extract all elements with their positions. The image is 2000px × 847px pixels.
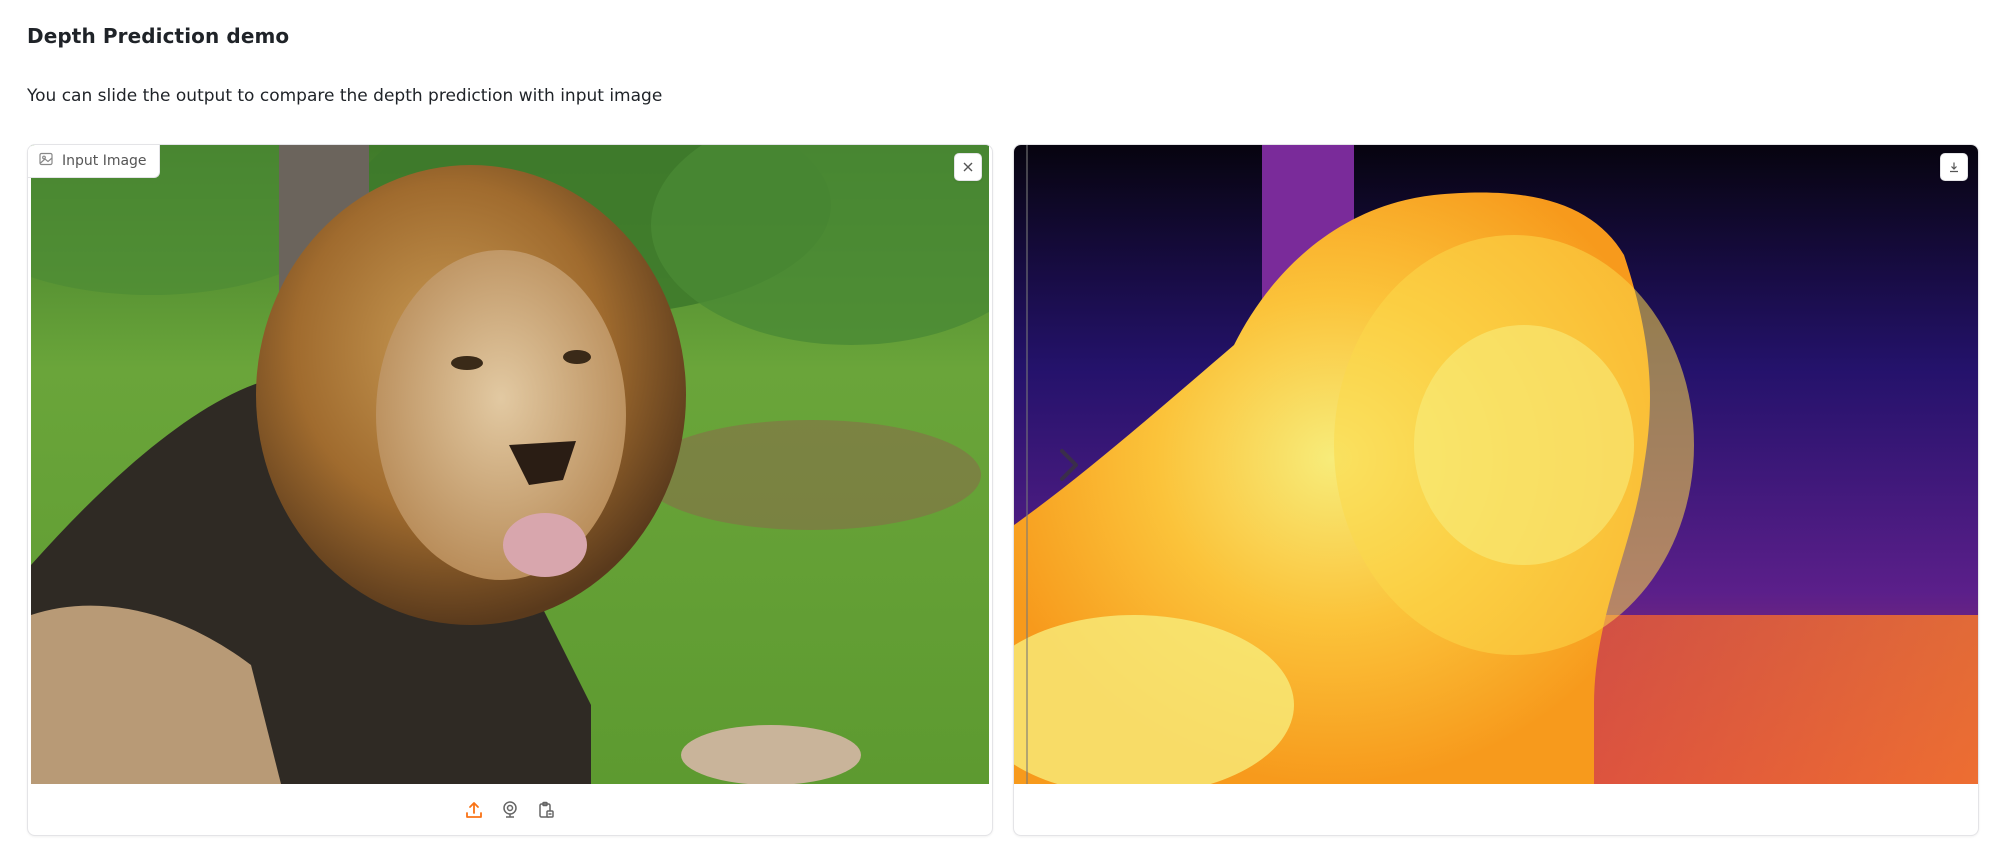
depth-output-panel (1013, 144, 1979, 836)
comparison-slider-line[interactable] (1026, 145, 1028, 784)
close-icon (962, 161, 974, 173)
page-title: Depth Prediction demo (27, 24, 290, 48)
input-image-label-text: Input Image (62, 153, 147, 169)
input-image-panel: Input Image (27, 144, 993, 836)
page: Depth Prediction demo You can slide the … (0, 0, 2000, 847)
upload-icon[interactable] (463, 799, 485, 821)
download-icon (1948, 161, 1960, 173)
webcam-icon[interactable] (499, 799, 521, 821)
input-source-toolbar (28, 784, 992, 835)
download-button[interactable] (1940, 153, 1968, 181)
chevron-right-icon[interactable] (1054, 445, 1084, 485)
page-description: You can slide the output to compare the … (27, 86, 663, 106)
input-image-label: Input Image (28, 145, 160, 178)
input-image[interactable] (31, 145, 989, 784)
image-icon (38, 151, 54, 171)
clipboard-icon[interactable] (535, 799, 557, 821)
clear-image-button[interactable] (954, 153, 982, 181)
depth-output-image[interactable] (1014, 145, 1978, 784)
